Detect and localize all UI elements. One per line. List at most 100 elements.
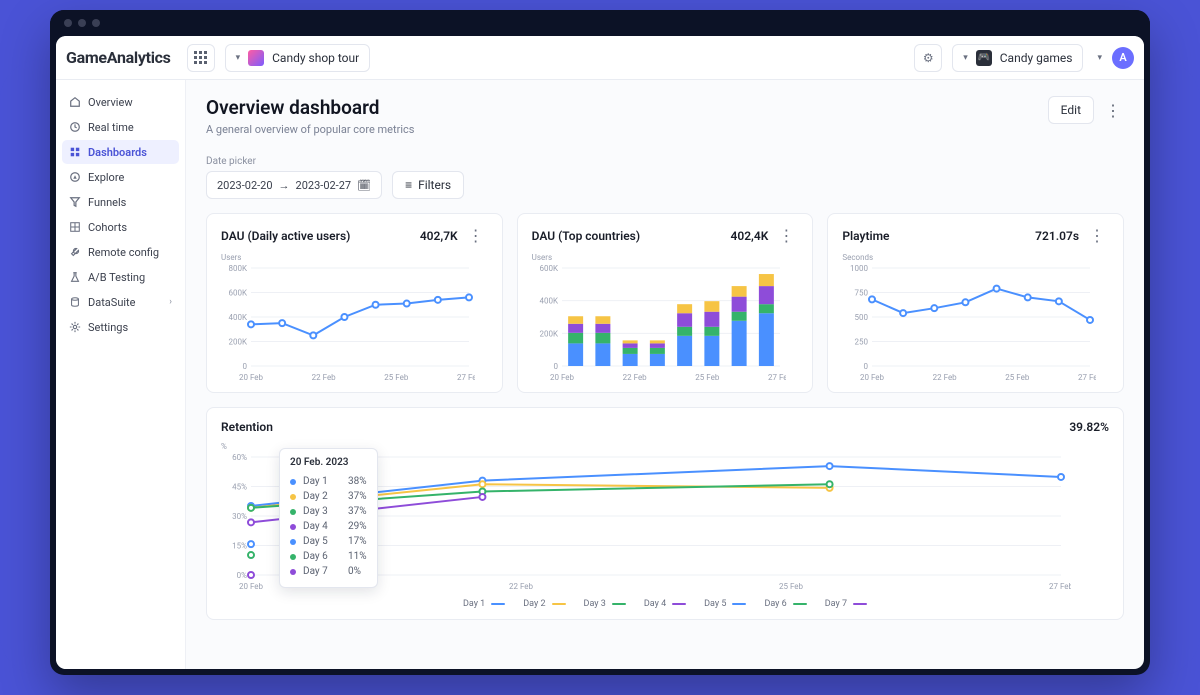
dau-chart: 0200K400K600K800K20 Feb22 Feb25 Feb27 Fe…: [221, 264, 475, 384]
funnel-icon: [69, 196, 81, 208]
tooltip-value: 37%: [348, 504, 367, 519]
sidebar-item-label: Remote config: [88, 246, 159, 259]
card-more-button[interactable]: ⋮: [774, 226, 798, 245]
game-selector[interactable]: ▾ Candy shop tour: [225, 44, 371, 72]
tooltip-dot: [290, 479, 296, 485]
tooltip-label: Day 1: [303, 474, 341, 489]
legend-label: Day 2: [523, 599, 545, 609]
tooltip-label: Day 5: [303, 534, 341, 549]
top-countries-chart: 0200K400K600K20 Feb22 Feb25 Feb27 Feb: [532, 264, 786, 384]
tooltip-dot: [290, 509, 296, 515]
legend-swatch: [672, 603, 686, 605]
user-avatar[interactable]: A: [1112, 47, 1134, 69]
brand-logo: GameAnalytics: [66, 48, 171, 67]
svg-text:15%: 15%: [232, 542, 247, 551]
page-title: Overview dashboard: [206, 96, 414, 119]
card-value: 402,4K: [730, 229, 768, 243]
tooltip-value: 38%: [348, 474, 367, 489]
game-name: Candy shop tour: [272, 51, 359, 65]
legend-swatch: [612, 603, 626, 605]
svg-text:400K: 400K: [539, 297, 558, 306]
sidebar-item-overview[interactable]: Overview: [62, 90, 179, 114]
dash-icon: [69, 146, 81, 158]
tooltip-label: Day 6: [303, 549, 341, 564]
svg-text:20 Feb: 20 Feb: [860, 373, 885, 382]
filters-button[interactable]: ≡ Filters: [392, 171, 464, 199]
sidebar-item-a-b-testing[interactable]: A/B Testing: [62, 265, 179, 289]
card-more-button[interactable]: ⋮: [464, 226, 488, 245]
sidebar-item-datasuite[interactable]: DataSuite›: [62, 290, 179, 314]
svg-text:25 Feb: 25 Feb: [384, 373, 409, 382]
legend-item[interactable]: Day 2: [523, 599, 565, 609]
svg-text:22 Feb: 22 Feb: [933, 373, 958, 382]
tooltip-row: Day 4 29%: [290, 519, 367, 534]
tooltip-dot: [290, 539, 296, 545]
sidebar-item-explore[interactable]: Explore: [62, 165, 179, 189]
sidebar-item-settings[interactable]: Settings: [62, 315, 179, 339]
home-icon: [69, 96, 81, 108]
apps-grid-icon: [194, 51, 207, 64]
legend-item[interactable]: Day 5: [704, 599, 746, 609]
app-switcher-button[interactable]: [187, 44, 215, 72]
legend-item[interactable]: Day 4: [644, 599, 686, 609]
legend-swatch: [793, 603, 807, 605]
svg-text:27 Feb: 27 Feb: [457, 373, 475, 382]
sidebar-item-dashboards[interactable]: Dashboards: [62, 140, 179, 164]
legend-item[interactable]: Day 1: [463, 599, 505, 609]
legend-label: Day 6: [764, 599, 786, 609]
svg-text:600K: 600K: [228, 289, 247, 298]
card-more-button[interactable]: ⋮: [1085, 226, 1109, 245]
svg-text:25 Feb: 25 Feb: [1006, 373, 1031, 382]
svg-text:20 Feb: 20 Feb: [239, 582, 264, 591]
svg-text:600K: 600K: [539, 264, 558, 273]
svg-text:22 Feb: 22 Feb: [509, 582, 534, 591]
card-dau: DAU (Daily active users) 402,7K ⋮ Users …: [206, 213, 503, 393]
svg-text:0: 0: [864, 362, 869, 371]
sidebar-item-real-time[interactable]: Real time: [62, 115, 179, 139]
chart-tooltip: 20 Feb. 2023 Day 138%Day 237%Day 337%Day…: [279, 448, 378, 588]
main-content: Overview dashboard A general overview of…: [186, 80, 1144, 669]
sidebar-item-cohorts[interactable]: Cohorts: [62, 215, 179, 239]
legend-swatch: [552, 603, 566, 605]
card-value: 39.82%: [1069, 420, 1109, 434]
tooltip-value: 0%: [348, 564, 361, 579]
tooltip-label: Day 7: [303, 564, 341, 579]
grid-icon: [69, 221, 81, 233]
sidebar-item-label: Settings: [88, 321, 128, 334]
legend-swatch: [491, 603, 505, 605]
svg-text:250: 250: [855, 338, 869, 347]
sidebar-item-label: Overview: [88, 96, 133, 109]
sidebar-item-label: Dashboards: [88, 146, 147, 159]
org-selector[interactable]: ▾ 🎮 Candy games: [952, 44, 1083, 72]
chevron-right-icon: ›: [169, 297, 172, 307]
card-value: 721.07s: [1035, 229, 1079, 243]
legend-item[interactable]: Day 7: [825, 599, 867, 609]
avatar-initial: A: [1119, 51, 1126, 64]
svg-text:0: 0: [553, 362, 558, 371]
db-icon: [69, 296, 81, 308]
svg-text:1000: 1000: [850, 264, 868, 273]
legend-item[interactable]: Day 3: [584, 599, 626, 609]
card-title: Retention: [221, 420, 273, 434]
sidebar-item-funnels[interactable]: Funnels: [62, 190, 179, 214]
date-range-picker[interactable]: 2023-02-20 → 2023-02-27 🗓: [206, 171, 382, 199]
gear-icon: [69, 321, 81, 333]
tooltip-label: Day 4: [303, 519, 341, 534]
edit-button[interactable]: Edit: [1048, 96, 1094, 124]
svg-text:27 Feb: 27 Feb: [768, 373, 786, 382]
tooltip-row: Day 7 0%: [290, 564, 367, 579]
legend-item[interactable]: Day 6: [764, 599, 806, 609]
legend-swatch: [853, 603, 867, 605]
page-more-button[interactable]: ⋮: [1102, 101, 1124, 120]
svg-text:45%: 45%: [232, 483, 247, 492]
settings-button[interactable]: ⚙: [914, 44, 942, 72]
tooltip-value: 29%: [348, 519, 367, 534]
caret-down-icon: ▾: [236, 53, 241, 63]
tooltip-value: 37%: [348, 489, 367, 504]
flask-icon: [69, 271, 81, 283]
org-name: Candy games: [1000, 51, 1073, 65]
playtime-chart: 0250500750100020 Feb22 Feb25 Feb27 Feb: [842, 264, 1096, 384]
svg-text:22 Feb: 22 Feb: [622, 373, 647, 382]
legend-swatch: [732, 603, 746, 605]
sidebar-item-remote-config[interactable]: Remote config: [62, 240, 179, 264]
